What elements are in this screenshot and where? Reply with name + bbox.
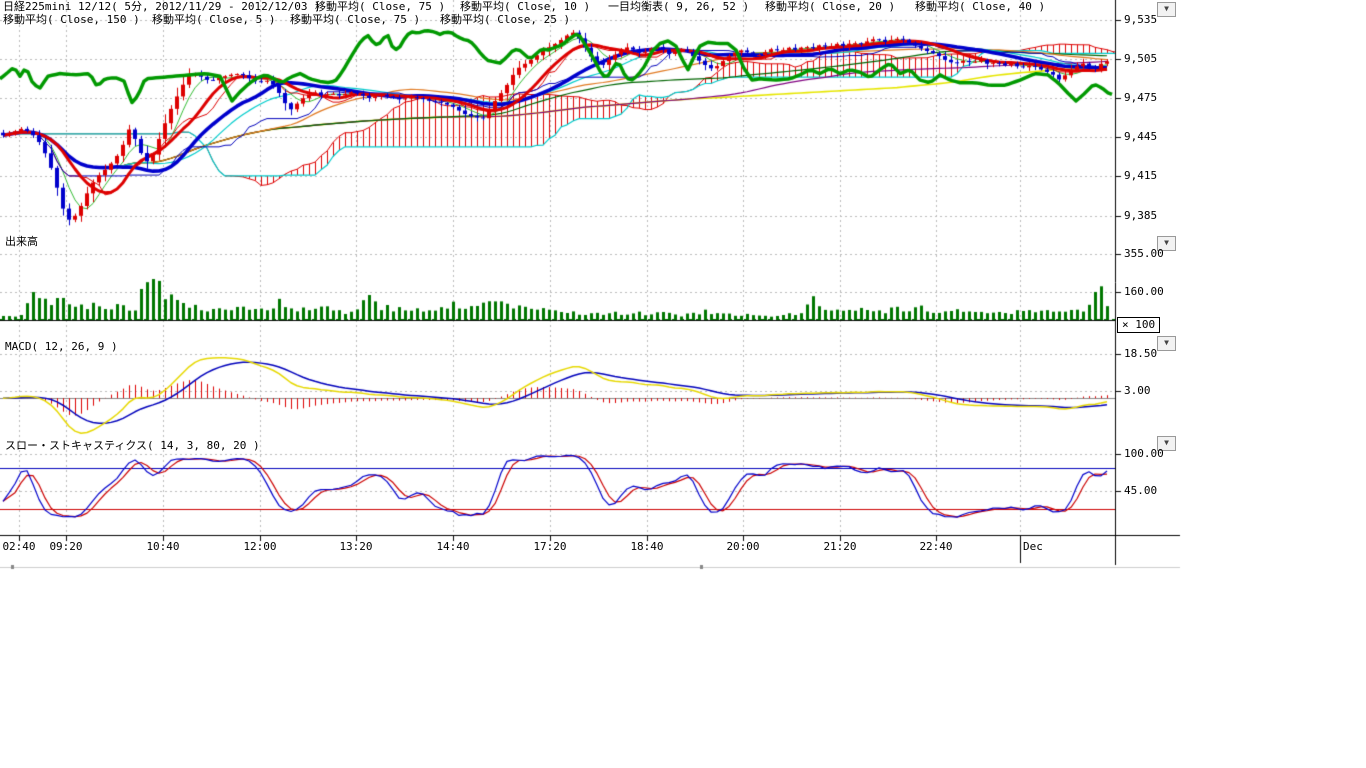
legend-item: 移動平均( Close, 75 ) <box>315 1 445 13</box>
price-chart-canvas[interactable] <box>0 0 1366 768</box>
stochastics-panel-label: スロー・ストキャスティクス( 14, 3, 80, 20 ) <box>5 440 260 452</box>
time-tick-label: 09:20 <box>49 541 82 553</box>
macd-tick-label: 18.50 <box>1124 348 1157 360</box>
legend-item: 一目均衡表( 9, 26, 52 ) <box>608 1 749 13</box>
time-tick-label: Dec <box>1023 541 1043 553</box>
time-tick-label: 02:40 <box>2 541 35 553</box>
volume-tick-label: 160.00 <box>1124 286 1164 298</box>
price-tick-label: 9,385 <box>1124 210 1157 222</box>
macd-panel-label: MACD( 12, 26, 9 ) <box>5 341 118 353</box>
time-tick-label: 13:20 <box>339 541 372 553</box>
volume-scale-badge: × 100 <box>1117 317 1160 333</box>
legend-item: 移動平均( Close, 5 ) <box>152 14 275 26</box>
legend-item: 移動平均( Close, 20 ) <box>765 1 895 13</box>
price-tick-label: 9,475 <box>1124 92 1157 104</box>
legend-item: 日経225mini 12/12( 5分, 2012/11/29 - 2012/1… <box>3 1 321 13</box>
time-tick-label: 22:40 <box>919 541 952 553</box>
macd-panel-dropdown-icon[interactable]: ▼ <box>1157 336 1176 351</box>
time-tick-label: 17:20 <box>533 541 566 553</box>
stoch-tick-label: 100.00 <box>1124 448 1164 460</box>
main-panel-dropdown-icon[interactable]: ▼ <box>1157 2 1176 17</box>
price-tick-label: 9,535 <box>1124 14 1157 26</box>
price-tick-label: 9,445 <box>1124 131 1157 143</box>
volume-tick-label: 355.00 <box>1124 248 1164 260</box>
time-tick-label: 18:40 <box>630 541 663 553</box>
price-tick-label: 9,505 <box>1124 53 1157 65</box>
legend-item: 移動平均( Close, 25 ) <box>440 14 570 26</box>
stoch-tick-label: 45.00 <box>1124 485 1157 497</box>
time-tick-label: 14:40 <box>436 541 469 553</box>
legend-item: 移動平均( Close, 40 ) <box>915 1 1045 13</box>
price-tick-label: 9,415 <box>1124 170 1157 182</box>
time-tick-label: 21:20 <box>823 541 856 553</box>
legend-item: 移動平均( Close, 150 ) <box>3 14 140 26</box>
chart-window: 日経225mini 12/12( 5分, 2012/11/29 - 2012/1… <box>0 0 1366 768</box>
macd-tick-label: 3.00 <box>1124 385 1151 397</box>
legend-item: 移動平均( Close, 10 ) <box>460 1 590 13</box>
volume-panel-label: 出来高 <box>5 236 38 248</box>
time-tick-label: 12:00 <box>243 541 276 553</box>
legend-item: 移動平均( Close, 75 ) <box>290 14 420 26</box>
time-tick-label: 20:00 <box>726 541 759 553</box>
time-tick-label: 10:40 <box>146 541 179 553</box>
